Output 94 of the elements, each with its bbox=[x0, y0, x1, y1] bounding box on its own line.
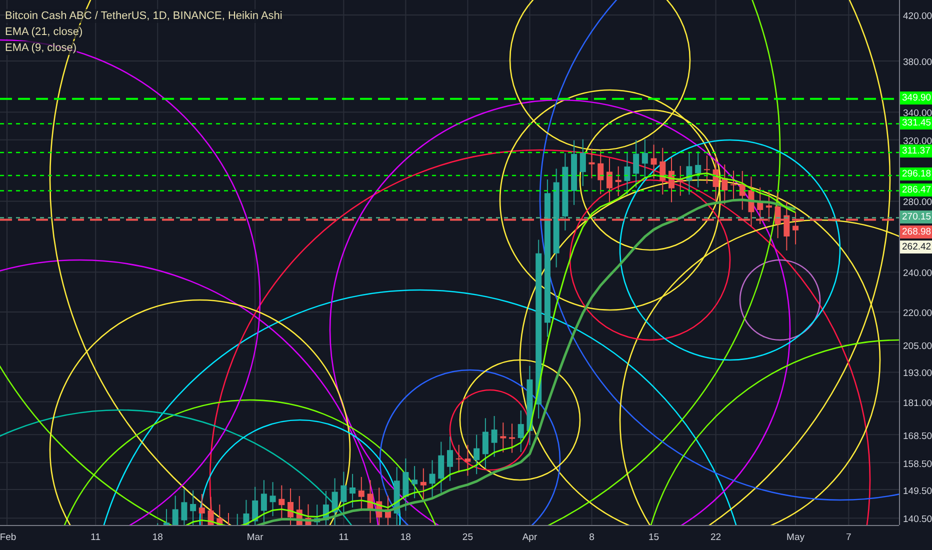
price-axis-label: 158.50 bbox=[903, 460, 932, 470]
time-axis-label: 11 bbox=[90, 532, 101, 544]
candle bbox=[571, 140, 578, 206]
legend-text: EMA (21, close) bbox=[5, 25, 83, 39]
time-axis-label: Mar bbox=[246, 532, 264, 544]
price-badge: 262.42 bbox=[900, 240, 932, 254]
time-axis-label: 11 bbox=[338, 532, 349, 544]
time-axis-label: May bbox=[786, 532, 804, 544]
candle bbox=[181, 488, 188, 525]
price-axis-label: 181.00 bbox=[903, 398, 932, 409]
candle bbox=[615, 166, 622, 197]
time-axis-label: 25 bbox=[462, 532, 473, 544]
candle bbox=[402, 458, 409, 512]
candle bbox=[260, 480, 267, 525]
candle bbox=[456, 444, 462, 474]
price-axis-label: 193.00 bbox=[903, 369, 932, 380]
candle bbox=[367, 480, 374, 524]
candle bbox=[518, 410, 524, 453]
time-axis-label: Apr bbox=[522, 532, 538, 544]
time-axis-label: Feb bbox=[0, 532, 16, 544]
time-axis-label: 8 bbox=[589, 532, 594, 544]
candle bbox=[509, 423, 516, 454]
candle bbox=[660, 147, 666, 195]
candle bbox=[340, 471, 347, 516]
candle bbox=[198, 493, 205, 525]
candle bbox=[429, 460, 436, 498]
candle bbox=[438, 441, 444, 494]
price-badge: 296.18 bbox=[900, 168, 932, 181]
candle bbox=[668, 156, 674, 203]
legend-text: Bitcoin Cash ABC / TetherUS, 1D, BINANCE, Heikin Ashi bbox=[5, 9, 282, 23]
price-axis-label: 220.00 bbox=[903, 309, 932, 320]
candle bbox=[598, 149, 604, 195]
price-badge: 349.90 bbox=[900, 91, 932, 104]
candle bbox=[757, 186, 764, 224]
price-axis-label: 240.00 bbox=[903, 269, 932, 280]
candle bbox=[172, 495, 178, 525]
candle bbox=[474, 434, 480, 475]
time-axis-label: 18 bbox=[152, 532, 163, 544]
candle bbox=[278, 484, 285, 520]
candle bbox=[163, 508, 170, 525]
candle bbox=[491, 416, 498, 458]
candle bbox=[606, 158, 612, 203]
price-axis-label: 140.50 bbox=[903, 515, 932, 526]
price-badge: 268.98 bbox=[900, 225, 932, 238]
time-axis-label: 18 bbox=[400, 532, 411, 544]
candle bbox=[420, 468, 426, 500]
time-axis-label: 7 bbox=[846, 532, 852, 544]
price-axis-label: 320.00 bbox=[903, 136, 932, 147]
candle bbox=[500, 422, 506, 453]
candle bbox=[412, 466, 418, 499]
candle bbox=[695, 150, 702, 188]
candle bbox=[642, 138, 648, 178]
candle bbox=[650, 144, 657, 180]
candle bbox=[394, 466, 400, 525]
price-axis-label: 420.00 bbox=[903, 12, 932, 22]
candle bbox=[588, 148, 595, 179]
candle bbox=[792, 212, 799, 245]
candle bbox=[730, 170, 737, 200]
price-axis-label: 280.00 bbox=[903, 198, 932, 208]
price-axis-label: 168.50 bbox=[903, 432, 932, 442]
time-axis-label: 15 bbox=[648, 532, 660, 544]
price-badge: 331.45 bbox=[900, 116, 932, 130]
candle bbox=[447, 436, 453, 482]
price-badge: 311.37 bbox=[900, 144, 932, 158]
price-badge: 286.47 bbox=[900, 183, 932, 196]
candle bbox=[677, 165, 684, 196]
candle bbox=[624, 152, 630, 196]
candle bbox=[332, 478, 338, 525]
price-badge: 270.15 bbox=[900, 210, 932, 224]
candle bbox=[766, 191, 772, 222]
candle bbox=[704, 155, 710, 184]
candle bbox=[739, 170, 746, 210]
candle bbox=[774, 192, 781, 239]
candle bbox=[580, 138, 586, 187]
price-axis-label: 149.50 bbox=[903, 486, 932, 497]
time-axis-label: 22 bbox=[710, 532, 722, 544]
candle bbox=[358, 476, 364, 512]
candle bbox=[288, 488, 294, 525]
candle bbox=[748, 176, 754, 227]
candle bbox=[712, 155, 719, 202]
candle bbox=[633, 140, 640, 188]
candle bbox=[190, 490, 196, 525]
candle bbox=[270, 482, 276, 517]
price-axis-label: 205.00 bbox=[903, 342, 932, 352]
candle bbox=[208, 496, 214, 525]
price-axis-label: 380.00 bbox=[903, 58, 932, 68]
candle bbox=[482, 418, 488, 469]
candle bbox=[722, 164, 728, 205]
candle bbox=[350, 473, 356, 508]
candle bbox=[686, 152, 692, 196]
legend-text: EMA (9, close) bbox=[5, 41, 77, 55]
candle bbox=[464, 444, 471, 476]
candle bbox=[252, 486, 258, 525]
candle bbox=[784, 201, 790, 251]
